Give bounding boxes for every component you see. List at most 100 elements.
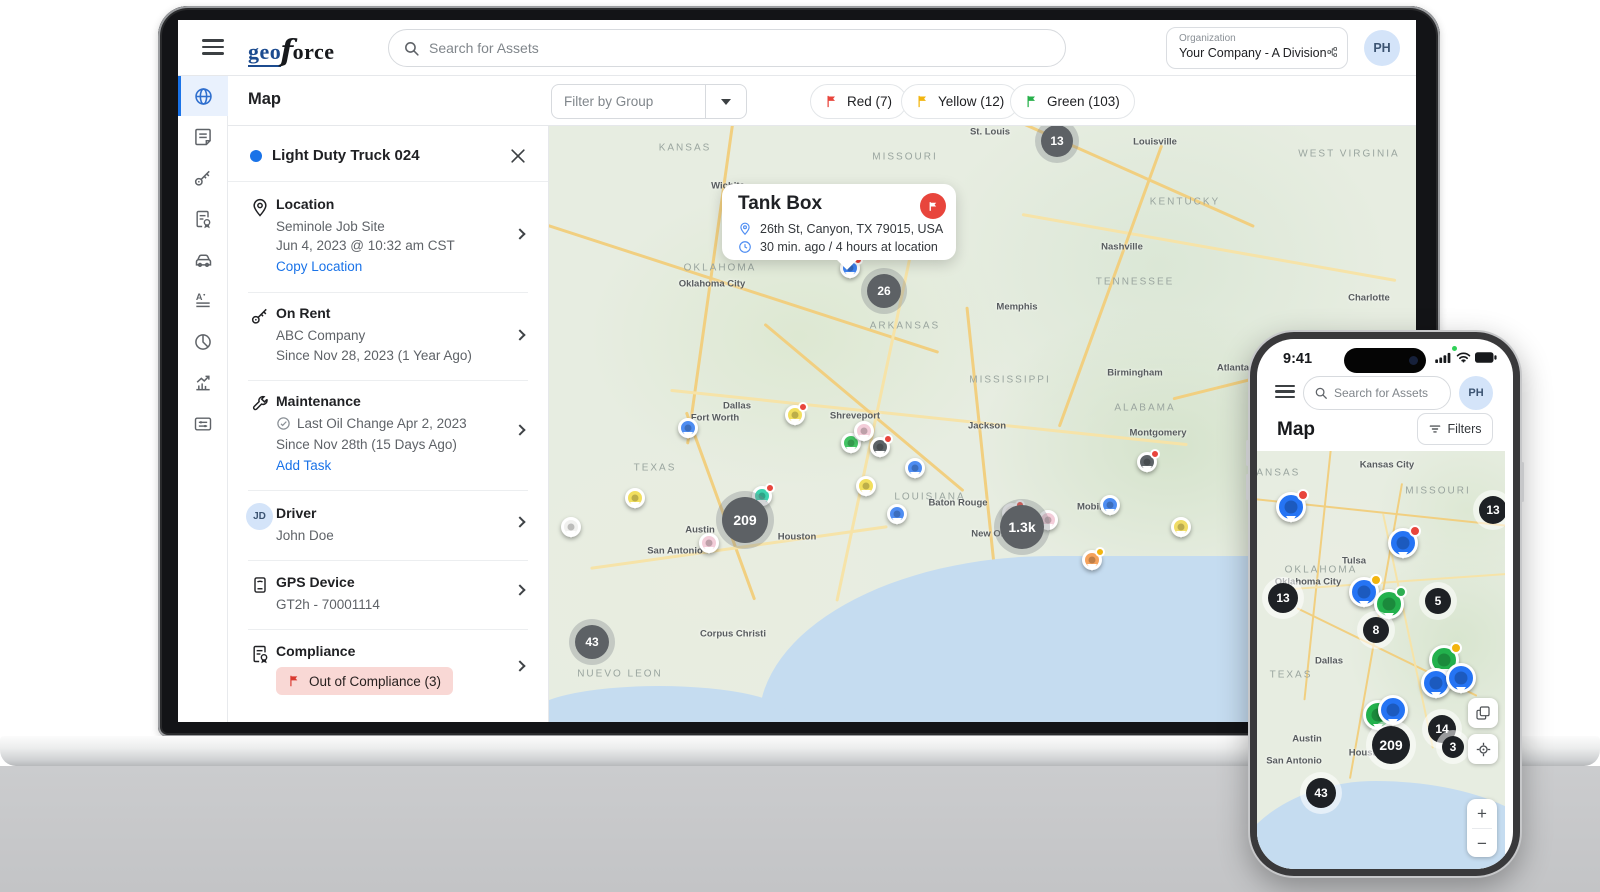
user-avatar[interactable]: PH — [1364, 30, 1400, 66]
filter-green-flags[interactable]: Green (103) — [1010, 84, 1135, 119]
nav-compliance[interactable] — [178, 199, 228, 239]
map-pin[interactable] — [856, 476, 876, 496]
nav-drivers[interactable]: A — [178, 281, 228, 321]
map-pin[interactable] — [561, 517, 581, 537]
app-header: geoforce Organization Your Company - A D… — [178, 20, 1416, 76]
layers-button[interactable] — [1468, 698, 1498, 728]
nav-analytics[interactable] — [178, 363, 228, 403]
map-pin[interactable] — [1171, 517, 1191, 537]
chevron-right-icon[interactable] — [514, 516, 526, 528]
locate-button[interactable] — [1468, 734, 1498, 764]
asset-popup[interactable]: Tank Box 26th St, Canyon, TX 79015, USA … — [722, 184, 956, 260]
rent-company: ABC Company — [276, 328, 366, 343]
map-label: LOUISIANA — [894, 491, 966, 503]
asset-search[interactable] — [1303, 376, 1451, 410]
group-filter-dropdown[interactable]: Filter by Group — [551, 84, 747, 119]
map-label: San Antonio — [1266, 755, 1322, 767]
map-pin[interactable] — [1374, 586, 1407, 619]
map-label: Dallas — [1315, 655, 1343, 667]
close-icon[interactable] — [508, 146, 528, 166]
map-cluster[interactable]: 43 — [575, 625, 609, 659]
map-pin[interactable] — [1388, 525, 1421, 558]
asset-title: Light Duty Truck 024 — [272, 147, 420, 164]
nav-vehicles[interactable] — [178, 240, 228, 280]
notes-icon — [195, 128, 211, 146]
map-pin[interactable] — [854, 421, 874, 441]
copy-location-link[interactable]: Copy Location — [276, 259, 362, 274]
pin-status-dot — [798, 402, 808, 412]
popup-red-flag-button[interactable] — [920, 193, 946, 219]
map-pin[interactable] — [625, 488, 645, 508]
map-cluster[interactable]: 1.3k — [1000, 505, 1044, 549]
map-pin[interactable] — [1082, 547, 1105, 570]
zoom-in-button[interactable]: + — [1467, 799, 1497, 828]
search-icon — [1315, 387, 1327, 399]
section-title-compliance: Compliance — [276, 643, 356, 659]
section-title-maintenance: Maintenance — [276, 393, 361, 409]
filter-yellow-flags[interactable]: Yellow (12) — [901, 84, 1020, 119]
map-canvas[interactable]: KANSASMISSOURIOKLAHOMATEXASKansas CityTu… — [1257, 451, 1505, 869]
map-cluster[interactable]: 209 — [722, 497, 768, 543]
nav-rentals[interactable] — [178, 158, 228, 198]
map-pin[interactable] — [905, 458, 925, 478]
red-flag-icon — [290, 675, 298, 687]
wifi-icon — [1456, 352, 1471, 363]
key-icon — [194, 170, 210, 186]
menu-icon[interactable] — [202, 39, 224, 55]
map-cluster[interactable]: 209 — [1372, 726, 1410, 764]
menu-icon[interactable] — [1275, 385, 1295, 398]
map-cluster[interactable]: 26 — [867, 274, 901, 308]
search-input[interactable] — [1334, 386, 1434, 400]
asset-header: Light Duty Truck 024 — [228, 126, 548, 182]
search-input[interactable] — [429, 40, 1051, 56]
asset-search[interactable] — [388, 29, 1066, 67]
map-pin[interactable] — [870, 434, 893, 457]
chevron-right-icon[interactable] — [514, 424, 526, 436]
yellow-flag-icon — [918, 95, 926, 108]
check-circle-icon — [277, 417, 290, 430]
filters-button[interactable]: Filters — [1417, 413, 1493, 445]
chevron-right-icon[interactable] — [514, 660, 526, 672]
map-pin[interactable] — [887, 504, 907, 524]
locate-icon — [1476, 742, 1490, 756]
organization-label: Organization — [1179, 33, 1236, 44]
section-title-location: Location — [276, 196, 335, 212]
map-cluster[interactable]: 3 — [1442, 736, 1464, 758]
map-pin[interactable] — [699, 533, 719, 553]
chevron-right-icon[interactable] — [514, 329, 526, 341]
battery-icon — [1475, 352, 1497, 363]
map-cluster[interactable]: 13 — [1041, 126, 1073, 157]
location-pin-icon — [253, 198, 267, 217]
map-label: MISSOURI — [872, 151, 938, 163]
map-pin[interactable] — [785, 402, 808, 425]
user-avatar[interactable]: PH — [1459, 376, 1493, 410]
analytics-icon — [196, 375, 210, 391]
organization-value: Your Company - A Division — [1179, 46, 1327, 60]
nav-settings[interactable] — [178, 404, 228, 444]
map-pin[interactable] — [1137, 449, 1160, 472]
key-icon — [251, 308, 267, 324]
map-pin[interactable] — [678, 418, 698, 438]
chevron-right-icon[interactable] — [514, 584, 526, 596]
nav-notes[interactable] — [178, 117, 228, 157]
nav-map[interactable] — [178, 76, 228, 116]
map-cluster[interactable]: 8 — [1363, 617, 1389, 643]
map-pin[interactable] — [1100, 495, 1120, 515]
map-cluster[interactable]: 13 — [1479, 496, 1505, 524]
map-cluster[interactable]: 5 — [1425, 588, 1451, 614]
nav-utilization[interactable] — [178, 322, 228, 362]
chevron-right-icon[interactable] — [514, 228, 526, 240]
organization-selector[interactable]: Organization Your Company - A Division — [1166, 27, 1348, 69]
map-pin[interactable] — [1276, 489, 1309, 522]
filter-red-flags[interactable]: Red (7) — [810, 84, 908, 119]
zoom-out-button[interactable]: − — [1467, 829, 1497, 858]
map-cluster[interactable]: 43 — [1306, 778, 1336, 808]
map-pin[interactable] — [1446, 663, 1476, 693]
volume-down-button — [1246, 474, 1249, 500]
map-cluster[interactable]: 13 — [1268, 583, 1298, 613]
map-pin[interactable] — [1378, 695, 1408, 725]
map-label: Baton Rouge — [928, 497, 988, 509]
add-task-link[interactable]: Add Task — [276, 458, 331, 473]
white-flag-icon — [929, 201, 936, 211]
popup-time-row: 30 min. ago / 4 hours at location — [738, 240, 938, 254]
